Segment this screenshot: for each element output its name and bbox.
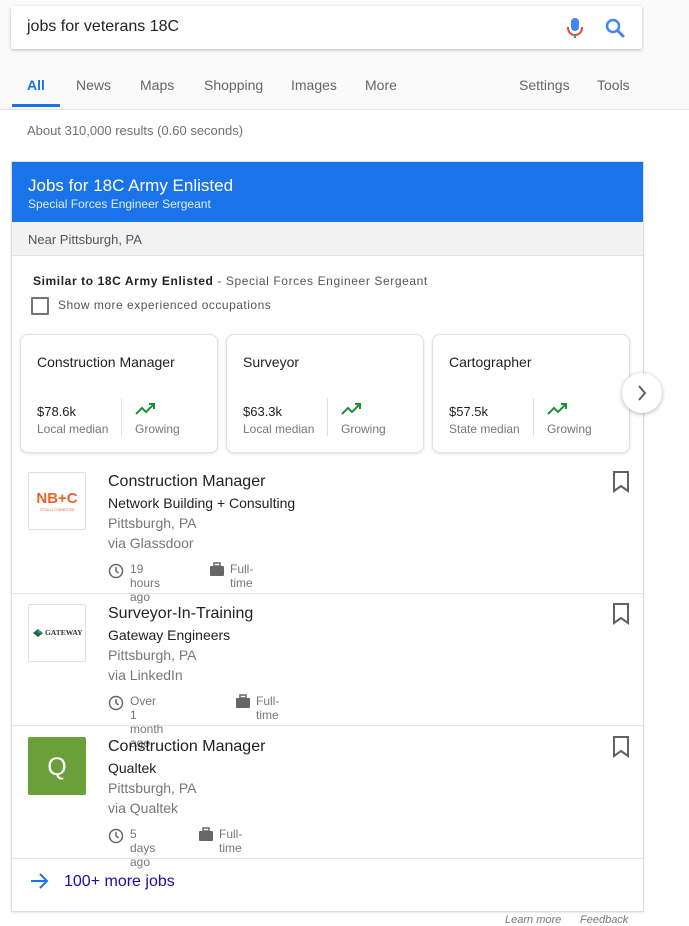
- company-logo: NB+C TOTALLY CONNECTED: [28, 472, 86, 530]
- company-logo: Q: [28, 737, 86, 795]
- gateway-logo: GATEWAY: [33, 628, 83, 637]
- occupation-title: Cartographer: [449, 354, 532, 370]
- clock-icon: [108, 828, 124, 844]
- occupation-salary: $78.6k: [37, 404, 77, 419]
- job-type: Full-time: [219, 827, 243, 855]
- job-title: Surveyor-In-Training: [108, 605, 254, 622]
- location-text: Near Pittsburgh, PA: [28, 232, 142, 247]
- occupation-salary-label: State median: [449, 422, 520, 436]
- divider: [121, 398, 122, 436]
- trending-up-icon: [547, 403, 567, 415]
- bookmark-icon[interactable]: [612, 471, 630, 493]
- result-stats: About 310,000 results (0.60 seconds): [27, 123, 244, 138]
- search-icon[interactable]: [603, 16, 627, 40]
- search-box[interactable]: jobs for veterans 18C: [11, 6, 642, 49]
- tab-all[interactable]: All: [27, 77, 45, 93]
- search-input[interactable]: jobs for veterans 18C: [27, 18, 179, 36]
- job-company: Qualtek: [108, 760, 157, 776]
- divider: [533, 398, 534, 436]
- occupation-card[interactable]: Surveyor $63.3k Local median Growing: [226, 334, 424, 453]
- bookmark-icon[interactable]: [612, 736, 630, 758]
- occupation-trend: Growing: [135, 422, 180, 436]
- job-location: Pittsburgh, PA: [108, 780, 197, 796]
- similar-occupations-heading: Similar to 18C Army Enlisted - Special F…: [33, 274, 428, 288]
- logo-text: Q: [47, 753, 66, 781]
- jobs-card-title: Jobs for 18C Army Enlisted: [28, 176, 234, 195]
- jobs-card: Jobs for 18C Army Enlisted Special Force…: [11, 161, 644, 912]
- tab-shopping[interactable]: Shopping: [204, 77, 263, 93]
- logo-text: NB+C: [36, 490, 77, 507]
- occupation-title: Construction Manager: [37, 354, 175, 370]
- job-listing[interactable]: Q Construction Manager Qualtek Pittsburg…: [12, 726, 643, 869]
- similar-occupation: Special Forces Engineer Sergeant: [225, 274, 428, 288]
- job-title: Construction Manager: [108, 473, 266, 490]
- feedback-link[interactable]: Feedback: [580, 914, 628, 926]
- experienced-checkbox[interactable]: [31, 297, 49, 315]
- divider: [327, 398, 328, 436]
- tab-news[interactable]: News: [76, 77, 111, 93]
- occupation-trend: Growing: [341, 422, 386, 436]
- arrow-right-icon: [31, 873, 49, 889]
- briefcase-icon: [236, 694, 250, 708]
- bookmark-icon[interactable]: [612, 603, 630, 625]
- company-logo: GATEWAY: [28, 604, 86, 662]
- occupation-trend: Growing: [547, 422, 592, 436]
- job-location: Pittsburgh, PA: [108, 647, 197, 663]
- nbc-logo: NB+C TOTALLY CONNECTED: [36, 490, 77, 512]
- experienced-checkbox-label: Show more experienced occupations: [58, 298, 272, 312]
- occupation-salary: $63.3k: [243, 404, 283, 419]
- clock-icon: [108, 563, 124, 579]
- location-bar[interactable]: Near Pittsburgh, PA: [12, 222, 643, 256]
- occupation-card[interactable]: Cartographer $57.5k State median Growing: [432, 334, 630, 453]
- learn-more-link[interactable]: Learn more: [505, 914, 561, 926]
- job-listing[interactable]: NB+C TOTALLY CONNECTED Construction Mana…: [12, 461, 643, 604]
- similar-prefix: Similar to 18C Army Enlisted: [33, 274, 214, 288]
- trending-up-icon: [135, 403, 155, 415]
- tab-maps[interactable]: Maps: [140, 77, 174, 93]
- logo-text: GATEWAY: [45, 628, 83, 637]
- occupation-salary-label: Local median: [37, 422, 109, 436]
- clock-icon: [108, 695, 124, 711]
- job-source: via Qualtek: [108, 800, 179, 816]
- active-tab-indicator: [12, 104, 60, 107]
- jobs-card-subtitle: Special Forces Engineer Sergeant: [28, 197, 211, 211]
- job-listing[interactable]: GATEWAY Surveyor-In-Training Gateway Eng…: [12, 593, 643, 750]
- tab-images[interactable]: Images: [291, 77, 337, 93]
- job-type: Full-time: [256, 694, 280, 722]
- more-jobs-label: 100+ more jobs: [64, 873, 175, 890]
- occupation-salary: $57.5k: [449, 404, 489, 419]
- tab-settings[interactable]: Settings: [519, 77, 570, 93]
- mic-icon[interactable]: [565, 17, 585, 39]
- jobs-card-header[interactable]: Jobs for 18C Army Enlisted Special Force…: [12, 162, 643, 222]
- briefcase-icon: [210, 562, 224, 576]
- job-location: Pittsburgh, PA: [108, 515, 197, 531]
- job-company: Gateway Engineers: [108, 627, 231, 643]
- qualtek-logo: Q: [47, 753, 66, 781]
- briefcase-icon: [199, 827, 213, 841]
- occupation-title: Surveyor: [243, 354, 300, 370]
- job-company: Network Building + Consulting: [108, 495, 296, 511]
- job-title: Construction Manager: [108, 738, 266, 755]
- job-source: via Glassdoor: [108, 535, 194, 551]
- tab-tools[interactable]: Tools: [597, 77, 630, 93]
- chevron-right-icon: [638, 385, 647, 401]
- tab-more[interactable]: More: [365, 77, 397, 93]
- occupation-card[interactable]: Construction Manager $78.6k Local median…: [20, 334, 218, 453]
- top-bar: jobs for veterans 18C All News Maps Shop…: [0, 0, 689, 110]
- trending-up-icon: [341, 403, 361, 415]
- similar-separator: -: [213, 274, 226, 288]
- job-type: Full-time: [230, 562, 254, 590]
- occupation-salary-label: Local median: [243, 422, 315, 436]
- logo-subtext: TOTALLY CONNECTED: [40, 508, 75, 512]
- job-source: via LinkedIn: [108, 667, 183, 683]
- carousel-next-button[interactable]: [622, 373, 662, 413]
- search-tabs: All News Maps Shopping Images More Setti…: [0, 64, 689, 108]
- more-jobs-link[interactable]: 100+ more jobs: [12, 858, 643, 910]
